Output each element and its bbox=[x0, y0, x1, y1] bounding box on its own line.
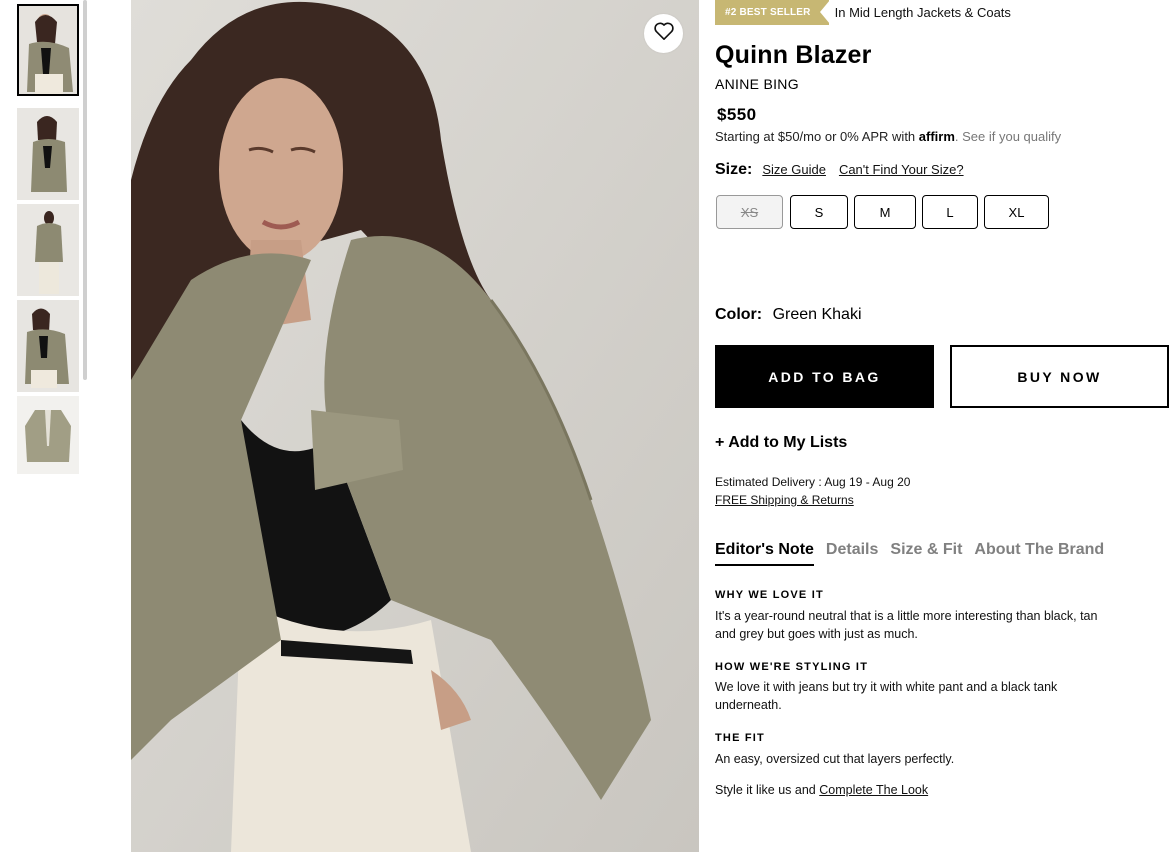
style-it-prefix: Style it like us and bbox=[715, 783, 816, 797]
thumbnail-1[interactable] bbox=[17, 4, 79, 96]
add-to-lists-button[interactable]: + Add to My Lists bbox=[715, 434, 847, 452]
thumbnail-gallery bbox=[17, 4, 79, 474]
affirm-logo: affirm bbox=[918, 129, 955, 144]
financing-text: Starting at $50/mo or 0% APR with bbox=[715, 129, 916, 144]
wishlist-button[interactable] bbox=[644, 14, 683, 53]
size-label: Size: bbox=[715, 161, 753, 178]
thumbnail-2[interactable] bbox=[17, 108, 79, 200]
tab-about-brand[interactable]: About The Brand bbox=[974, 541, 1104, 566]
cant-find-size-link[interactable]: Can't Find Your Size? bbox=[839, 162, 964, 177]
color-label: Color: bbox=[715, 306, 763, 323]
size-option-m[interactable]: M bbox=[854, 195, 916, 229]
product-title: Quinn Blazer bbox=[715, 41, 872, 69]
section-body-fit: An easy, oversized cut that layers perfe… bbox=[715, 752, 955, 766]
color-value: Green Khaki bbox=[772, 306, 862, 323]
affirm-qualify-link[interactable]: . See if you qualify bbox=[955, 129, 1061, 144]
best-seller-badge: #2 BEST SELLER In Mid Length Jackets & C… bbox=[715, 0, 1011, 25]
color-row: Color: Green Khaki bbox=[715, 306, 862, 324]
style-it-line: Style it like us and Complete The Look bbox=[715, 783, 928, 797]
tab-details[interactable]: Details bbox=[826, 541, 878, 566]
section-heading-fit: THE FIT bbox=[715, 732, 765, 744]
tab-editors-note[interactable]: Editor's Note bbox=[715, 541, 814, 566]
best-seller-tag: #2 BEST SELLER bbox=[715, 0, 830, 25]
thumbnail-5[interactable] bbox=[17, 396, 79, 474]
product-brand[interactable]: ANINE BING bbox=[715, 76, 799, 92]
section-body-why: It's a year-round neutral that is a litt… bbox=[715, 609, 1098, 641]
size-guide-link[interactable]: Size Guide bbox=[762, 162, 826, 177]
product-price: $550 bbox=[717, 105, 757, 124]
section-heading-styling: HOW WE'RE STYLING IT bbox=[715, 661, 869, 673]
size-option-s[interactable]: S bbox=[790, 195, 848, 229]
thumbnail-scrollbar[interactable] bbox=[83, 0, 87, 380]
section-body-styling: We love it with jeans but try it with wh… bbox=[715, 680, 1058, 712]
tab-size-fit[interactable]: Size & Fit bbox=[890, 541, 962, 566]
best-seller-category[interactable]: In Mid Length Jackets & Coats bbox=[835, 5, 1011, 20]
size-header: Size: Size Guide Can't Find Your Size? bbox=[715, 161, 977, 179]
thumbnail-4[interactable] bbox=[17, 300, 79, 392]
estimated-delivery: Estimated Delivery : Aug 19 - Aug 20 bbox=[715, 475, 911, 489]
main-product-image bbox=[131, 0, 699, 852]
thumbnail-3[interactable] bbox=[17, 204, 79, 296]
product-info-tabs: Editor's Note Details Size & Fit About T… bbox=[715, 541, 1116, 566]
size-option-l[interactable]: L bbox=[922, 195, 978, 229]
add-to-bag-button[interactable]: ADD TO BAG bbox=[715, 345, 934, 408]
complete-the-look-link[interactable]: Complete The Look bbox=[819, 783, 928, 797]
size-option-xl[interactable]: XL bbox=[984, 195, 1049, 229]
buy-now-button[interactable]: BUY NOW bbox=[950, 345, 1169, 408]
free-shipping-link[interactable]: FREE Shipping & Returns bbox=[715, 493, 854, 507]
size-option-xs[interactable]: XS bbox=[716, 195, 783, 229]
heart-icon bbox=[653, 21, 675, 46]
section-heading-why: WHY WE LOVE IT bbox=[715, 589, 824, 601]
financing-line: Starting at $50/mo or 0% APR with affirm… bbox=[715, 129, 1061, 144]
